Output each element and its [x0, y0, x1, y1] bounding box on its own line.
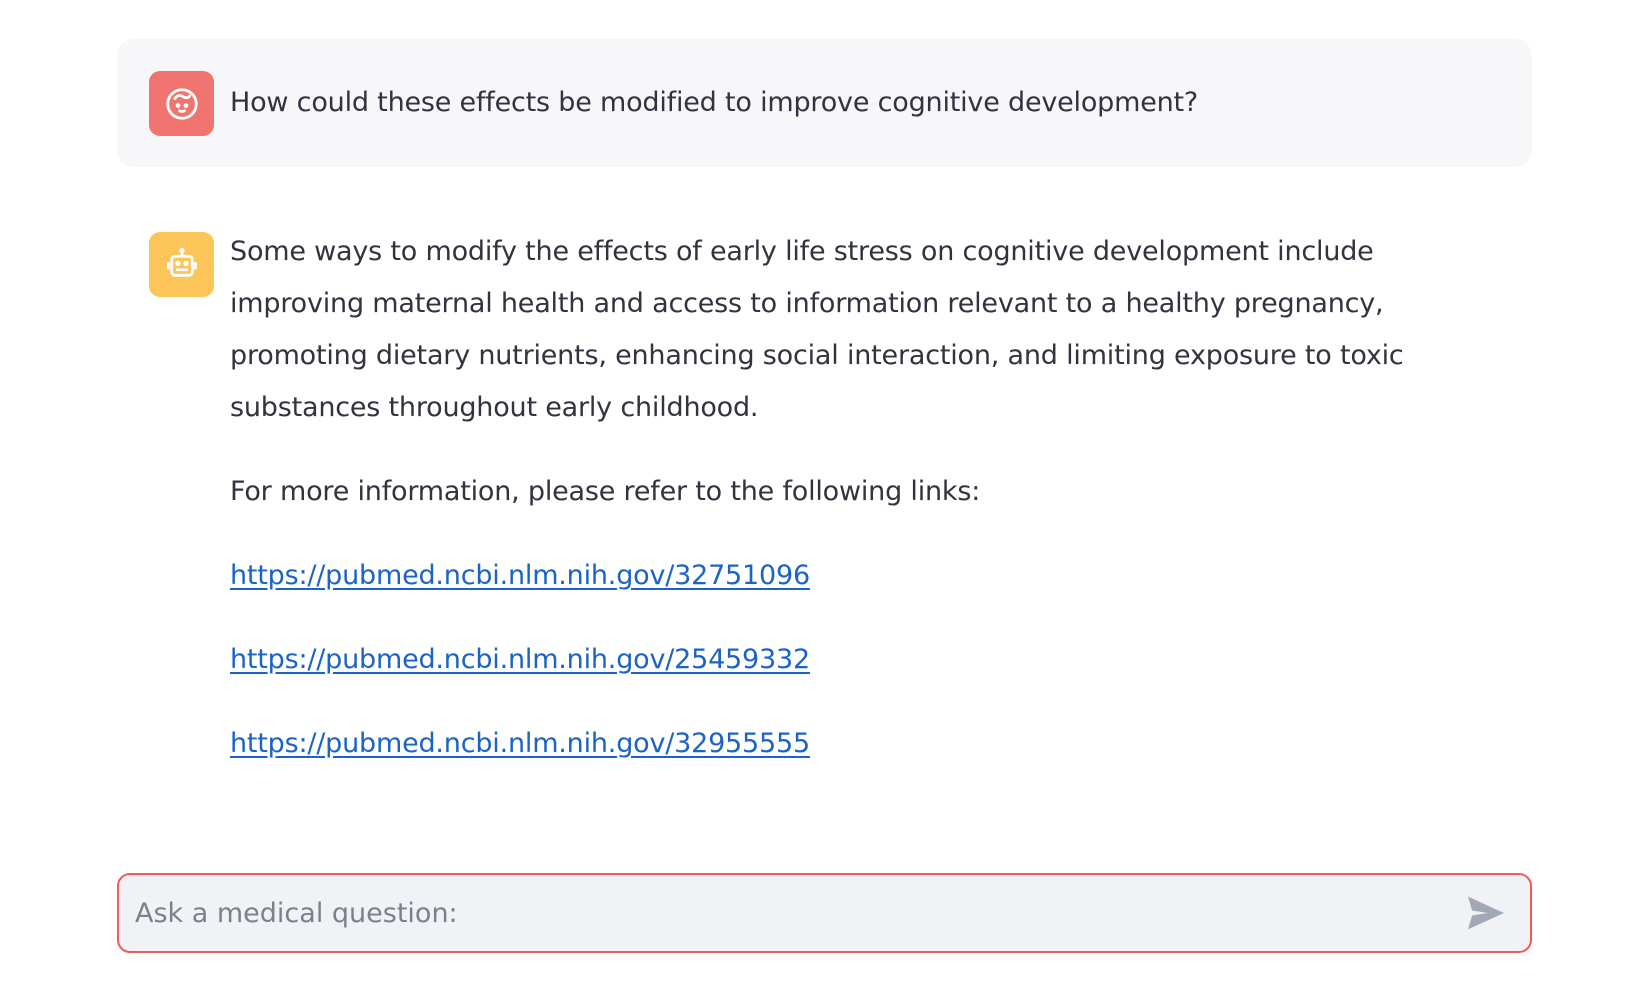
- reference-link-item: https://pubmed.ncbi.nlm.nih.gov/32955555: [230, 718, 1500, 770]
- assistant-avatar: [149, 232, 214, 297]
- user-message: How could these effects be modified to i…: [117, 39, 1532, 167]
- assistant-message: Some ways to modify the effects of early…: [117, 200, 1532, 800]
- reference-link-item: https://pubmed.ncbi.nlm.nih.gov/25459332: [230, 634, 1500, 686]
- robot-icon: [166, 247, 197, 277]
- assistant-message-body: Some ways to modify the effects of early…: [230, 226, 1500, 802]
- chat-page: How could these effects be modified to i…: [0, 0, 1634, 1002]
- reference-link[interactable]: https://pubmed.ncbi.nlm.nih.gov/25459332: [230, 644, 810, 675]
- user-message-text: How could these effects be modified to i…: [230, 87, 1199, 118]
- send-button[interactable]: [1458, 885, 1514, 941]
- reference-link[interactable]: https://pubmed.ncbi.nlm.nih.gov/32955555: [230, 728, 810, 759]
- send-arrow-icon: [1468, 896, 1504, 930]
- smiley-face-icon: [165, 87, 198, 120]
- reference-link-item: https://pubmed.ncbi.nlm.nih.gov/32751096: [230, 550, 1500, 602]
- user-avatar: [149, 71, 214, 136]
- chat-input[interactable]: [135, 897, 1458, 929]
- links-intro: For more information, please refer to th…: [230, 476, 981, 507]
- assistant-answer-paragraph: Some ways to modify the effects of early…: [230, 236, 1404, 423]
- chat-input-container: [117, 873, 1532, 953]
- reference-link[interactable]: https://pubmed.ncbi.nlm.nih.gov/32751096: [230, 560, 810, 591]
